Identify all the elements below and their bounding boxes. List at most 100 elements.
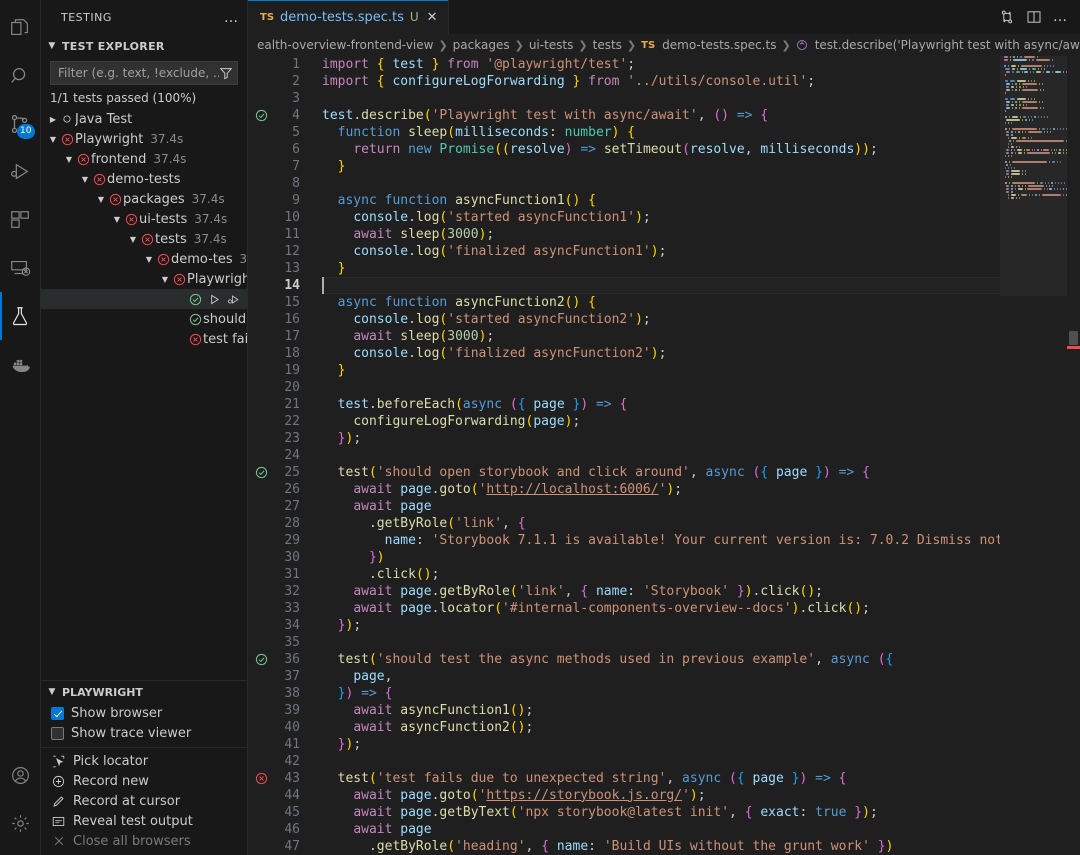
activity-remote-explorer[interactable] bbox=[0, 244, 41, 292]
code-line[interactable]: .click(); bbox=[322, 566, 1080, 583]
code-line[interactable]: page, bbox=[322, 668, 1080, 685]
activity-accounts[interactable] bbox=[0, 751, 41, 799]
test-tree-item[interactable]: ▼ ui-tests 37.4s bbox=[41, 209, 247, 229]
test-tree-item[interactable]: ▶ Java Test bbox=[41, 109, 247, 129]
debug-test-icon[interactable] bbox=[227, 293, 241, 306]
gutter-test-passed-icon[interactable] bbox=[253, 107, 269, 124]
test-tree-item[interactable]: ▼ demo-tests.spec.ts 3 bbox=[41, 249, 247, 269]
tab-close-icon[interactable]: ✕ bbox=[427, 10, 438, 25]
code-line[interactable]: await page.goto('https://storybook.js.or… bbox=[322, 787, 1080, 804]
code-line[interactable] bbox=[322, 753, 1080, 770]
code-line[interactable]: name: 'Storybook 7.1.1 is available! You… bbox=[322, 532, 1080, 549]
tab-demo-tests-spec-ts[interactable]: TS demo-tests.spec.ts U ✕ bbox=[248, 0, 449, 35]
activity-manage-settings[interactable] bbox=[0, 799, 41, 847]
code-line[interactable] bbox=[322, 634, 1080, 651]
code-line[interactable]: await asyncFunction1(); bbox=[322, 702, 1080, 719]
editor-viewport[interactable]: 1 2 3 4 5 6 7 8 9 10 11 12 13 14 15 16 17 18 19 20 21 22 23 24 2… bbox=[248, 55, 1080, 855]
code-line[interactable]: import { test } from '@playwright/test'; bbox=[322, 56, 1080, 73]
code-line[interactable]: test('should test the async methods used… bbox=[322, 651, 1080, 668]
activity-run-debug[interactable] bbox=[0, 148, 41, 196]
code-line[interactable] bbox=[322, 447, 1080, 464]
activity-extensions[interactable] bbox=[0, 196, 41, 244]
code-line[interactable]: return new Promise((resolve) => setTimeo… bbox=[322, 141, 1080, 158]
breadcrumb-item[interactable]: packages bbox=[453, 38, 510, 52]
test-tree-item[interactable]: ▼ Playwright test with bbox=[41, 269, 247, 289]
action-record-at-cursor[interactable]: Record at cursor bbox=[41, 791, 247, 811]
editor-scrollbar[interactable] bbox=[1067, 55, 1080, 855]
code-line[interactable]: }); bbox=[322, 736, 1080, 753]
action-close-all-browsers[interactable]: Close all browsers bbox=[41, 831, 247, 851]
activity-docker[interactable] bbox=[0, 340, 41, 388]
code-line[interactable] bbox=[322, 90, 1080, 107]
code-line[interactable]: await page bbox=[322, 821, 1080, 838]
test-tree-item[interactable]: ▼ tests 37.4s bbox=[41, 229, 247, 249]
breadcrumb-item[interactable]: ealth-overview-frontend-view bbox=[257, 38, 433, 52]
test-tree-item[interactable]: ▼ Playwright 37.4s bbox=[41, 129, 247, 149]
chevron-down-icon[interactable]: ▼ bbox=[111, 215, 123, 224]
chevron-right-icon[interactable]: ▶ bbox=[47, 115, 59, 124]
code-line[interactable]: console.log('started asyncFunction1'); bbox=[322, 209, 1080, 226]
code-line[interactable]: async function asyncFunction2() { bbox=[322, 294, 1080, 311]
checkbox-show-browser[interactable]: Show browser bbox=[41, 703, 247, 723]
code-line[interactable]: await sleep(3000); bbox=[322, 226, 1080, 243]
gutter-test-failed-icon[interactable] bbox=[253, 770, 269, 787]
test-explorer-section-header[interactable]: ▼ TEST EXPLORER bbox=[41, 35, 247, 57]
code-line[interactable]: } bbox=[322, 362, 1080, 379]
code-line[interactable]: await page bbox=[322, 498, 1080, 515]
gutter-test-passed-icon[interactable] bbox=[253, 651, 269, 668]
breadcrumb-item[interactable]: test.describe('Playwright test with asyn… bbox=[815, 38, 1080, 52]
chevron-down-icon[interactable]: ▼ bbox=[63, 155, 75, 164]
test-tree-item[interactable]: should bbox=[41, 289, 247, 309]
code-line[interactable]: console.log('started asyncFunction2'); bbox=[322, 311, 1080, 328]
code-line[interactable]: await page.goto('http://localhost:6006/'… bbox=[322, 481, 1080, 498]
test-tree-item[interactable]: ▼ frontend 37.4s bbox=[41, 149, 247, 169]
code-line[interactable]: console.log('finalized asyncFunction2'); bbox=[322, 345, 1080, 362]
code-line[interactable]: console.log('finalized asyncFunction1'); bbox=[322, 243, 1080, 260]
code-content[interactable]: import { test } from '@playwright/test';… bbox=[308, 56, 1080, 855]
activity-explorer[interactable] bbox=[0, 4, 41, 52]
code-line[interactable]: test('should open storybook and click ar… bbox=[322, 464, 1080, 481]
test-tree-item[interactable]: ▼ packages 37.4s bbox=[41, 189, 247, 209]
code-line[interactable]: }); bbox=[322, 617, 1080, 634]
code-line[interactable]: import { configureLogForwarding } from '… bbox=[322, 73, 1080, 90]
checkbox-box[interactable] bbox=[51, 726, 64, 740]
split-editor-icon[interactable] bbox=[1026, 9, 1042, 25]
checkbox-box[interactable] bbox=[51, 706, 64, 720]
code-line[interactable] bbox=[322, 175, 1080, 192]
action-pick-locator[interactable]: Pick locator bbox=[41, 751, 247, 771]
code-line[interactable]: }); bbox=[322, 430, 1080, 447]
filter-icon[interactable] bbox=[219, 66, 233, 80]
code-line[interactable]: test.beforeEach(async ({ page }) => { bbox=[322, 396, 1080, 413]
code-line[interactable]: .getByRole('link', { bbox=[322, 515, 1080, 532]
code-line[interactable]: await page.getByText('npx storybook@late… bbox=[322, 804, 1080, 821]
chevron-down-icon[interactable]: ▼ bbox=[79, 175, 91, 184]
chevron-down-icon[interactable]: ▼ bbox=[143, 255, 155, 264]
code-line[interactable]: }) bbox=[322, 549, 1080, 566]
scrollbar-thumb[interactable] bbox=[1069, 330, 1078, 345]
code-line[interactable]: async function asyncFunction1() { bbox=[322, 192, 1080, 209]
code-line[interactable]: await page.getByRole('link', { name: 'St… bbox=[322, 583, 1080, 600]
chevron-down-icon[interactable]: ▼ bbox=[127, 235, 139, 244]
code-line[interactable] bbox=[322, 276, 1080, 294]
test-filter-input[interactable]: Filter (e.g. text, !exclude, ... bbox=[50, 61, 238, 85]
code-line[interactable]: await sleep(3000); bbox=[322, 328, 1080, 345]
action-reveal-test-output[interactable]: Reveal test output bbox=[41, 811, 247, 831]
test-tree-item[interactable]: ▼ demo-tests bbox=[41, 169, 247, 189]
code-line[interactable]: } bbox=[322, 260, 1080, 277]
chevron-down-icon[interactable]: ▼ bbox=[47, 135, 59, 144]
activity-source-control[interactable]: 10 bbox=[0, 100, 41, 148]
code-line[interactable]: test.describe('Playwright test with asyn… bbox=[322, 107, 1080, 124]
test-tree-item[interactable]: should test the asy bbox=[41, 309, 247, 329]
breadcrumb-item[interactable]: demo-tests.spec.ts bbox=[662, 38, 776, 52]
action-record-new[interactable]: Record new bbox=[41, 771, 247, 791]
code-line[interactable]: configureLogForwarding(page); bbox=[322, 413, 1080, 430]
breadcrumb-item[interactable]: tests bbox=[593, 38, 622, 52]
more-actions-icon[interactable]: … bbox=[1053, 9, 1068, 25]
breadcrumb-item[interactable]: ui-tests bbox=[529, 38, 574, 52]
code-line[interactable]: } bbox=[322, 158, 1080, 175]
code-line[interactable]: function sleep(milliseconds: number) { bbox=[322, 124, 1080, 141]
gutter-test-passed-icon[interactable] bbox=[253, 464, 269, 481]
code-line[interactable]: .getByRole('heading', { name: 'Build UIs… bbox=[322, 838, 1080, 855]
sidebar-more-actions-icon[interactable]: … bbox=[224, 10, 239, 26]
code-line[interactable]: test('test fails due to unexpected strin… bbox=[322, 770, 1080, 787]
